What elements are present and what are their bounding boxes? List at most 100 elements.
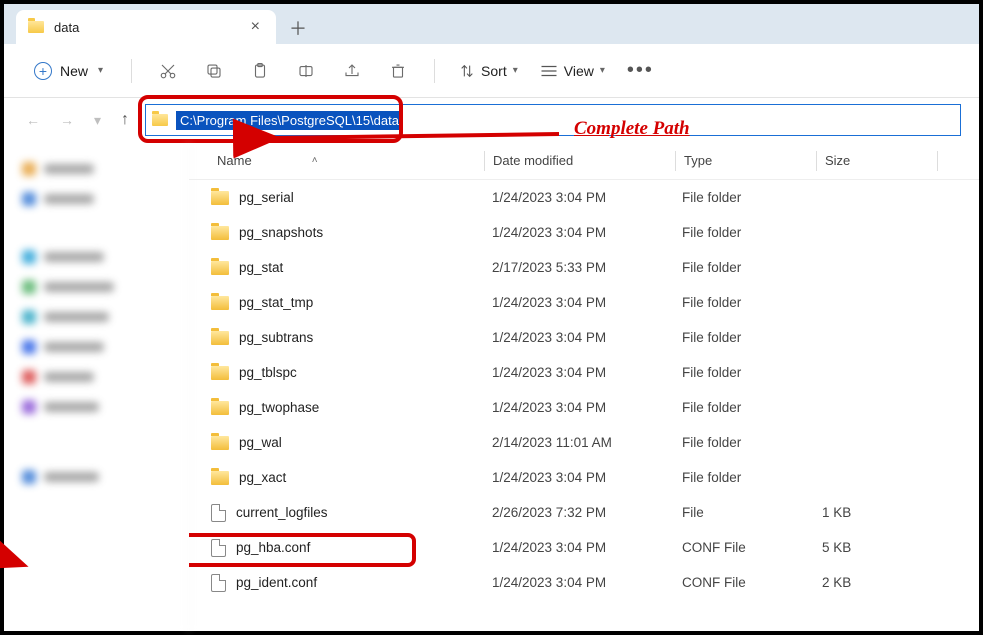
file-icon — [211, 574, 226, 592]
file-name: pg_snapshots — [239, 225, 323, 240]
separator — [131, 59, 132, 83]
file-name: pg_twophase — [239, 400, 319, 415]
toolbar: + New ▾ Sort ▾ View ▾ ••• — [4, 44, 979, 98]
file-row[interactable]: pg_serial 1/24/2023 3:04 PMFile folder — [189, 180, 979, 215]
chevron-down-icon: ▾ — [513, 65, 518, 76]
file-icon — [211, 539, 226, 557]
file-type: File folder — [674, 190, 814, 205]
file-type: File folder — [674, 435, 814, 450]
file-row[interactable]: pg_xact 1/24/2023 3:04 PMFile folder — [189, 460, 979, 495]
file-date: 1/24/2023 3:04 PM — [484, 330, 674, 345]
file-row[interactable]: pg_ident.conf 1/24/2023 3:04 PMCONF File2… — [189, 565, 979, 600]
file-row[interactable]: current_logfiles 2/26/2023 7:32 PMFile1 K… — [189, 495, 979, 530]
file-date: 2/17/2023 5:33 PM — [484, 260, 674, 275]
folder-icon — [211, 436, 229, 450]
file-name: current_logfiles — [236, 505, 328, 520]
folder-icon — [211, 191, 229, 205]
folder-icon — [211, 296, 229, 310]
browser-tab[interactable]: data × — [16, 10, 276, 44]
copy-button[interactable] — [194, 53, 234, 89]
view-label: View — [564, 63, 594, 79]
file-type: File folder — [674, 260, 814, 275]
file-name: pg_xact — [239, 470, 286, 485]
new-tab-button[interactable]: ＋ — [282, 12, 314, 44]
file-name: pg_wal — [239, 435, 282, 450]
file-name: pg_subtrans — [239, 330, 313, 345]
back-button[interactable]: ← — [22, 108, 44, 132]
file-type: File — [674, 505, 814, 520]
folder-icon — [152, 114, 168, 126]
body: Name ˄ Date modified Type Size pg_serial… — [4, 142, 979, 631]
more-button[interactable]: ••• — [619, 59, 662, 82]
file-date: 2/14/2023 11:01 AM — [484, 435, 674, 450]
file-name: pg_ident.conf — [236, 575, 317, 590]
file-row[interactable]: pg_subtrans 1/24/2023 3:04 PMFile folder — [189, 320, 979, 355]
file-type: File folder — [674, 330, 814, 345]
file-date: 1/24/2023 3:04 PM — [484, 190, 674, 205]
sort-label: Sort — [481, 63, 507, 79]
sort-button[interactable]: Sort ▾ — [451, 57, 526, 85]
folder-icon — [211, 366, 229, 380]
file-list[interactable]: Name ˄ Date modified Type Size pg_serial… — [189, 142, 979, 631]
file-name: pg_tblspc — [239, 365, 297, 380]
file-date: 1/24/2023 3:04 PM — [484, 400, 674, 415]
file-type: File folder — [674, 225, 814, 240]
folder-icon — [211, 401, 229, 415]
file-type: CONF File — [674, 540, 814, 555]
file-row[interactable]: pg_stat_tmp1/24/2023 3:04 PMFile folder — [189, 285, 979, 320]
annotation-complete-path: Complete Path — [574, 118, 690, 140]
file-name: pg_stat — [239, 260, 283, 275]
file-row[interactable]: pg_twophase 1/24/2023 3:04 PMFile folder — [189, 390, 979, 425]
file-name: pg_serial — [239, 190, 294, 205]
rename-button[interactable] — [286, 53, 326, 89]
file-type: File folder — [674, 470, 814, 485]
file-date: 2/26/2023 7:32 PM — [484, 505, 674, 520]
file-type: File folder — [674, 400, 814, 415]
folder-icon — [211, 471, 229, 485]
chevron-down-icon: ▾ — [600, 65, 605, 76]
up-button[interactable]: ↑ — [117, 107, 133, 133]
recent-button[interactable]: ▾ — [90, 108, 105, 133]
title-bar: data × ＋ — [4, 4, 979, 44]
column-size[interactable]: Size — [817, 153, 937, 168]
column-type[interactable]: Type — [676, 153, 816, 168]
folder-icon — [211, 226, 229, 240]
paste-button[interactable] — [240, 53, 280, 89]
file-name: pg_hba.conf — [236, 540, 310, 555]
explorer-window: data × ＋ + New ▾ Sort ▾ View ▾ ••• — [4, 4, 979, 631]
file-date: 1/24/2023 3:04 PM — [484, 540, 674, 555]
delete-button[interactable] — [378, 53, 418, 89]
cut-button[interactable] — [148, 53, 188, 89]
file-date: 1/24/2023 3:04 PM — [484, 470, 674, 485]
share-button[interactable] — [332, 53, 372, 89]
chevron-down-icon: ▾ — [98, 65, 103, 76]
file-row[interactable]: pg_hba.conf 1/24/2023 3:04 PMCONF File5 K… — [189, 530, 979, 565]
file-row[interactable]: pg_tblspc 1/24/2023 3:04 PMFile folder — [189, 355, 979, 390]
annotation-arrow — [0, 520, 39, 585]
folder-icon — [211, 261, 229, 275]
file-row[interactable]: pg_snapshots 1/24/2023 3:04 PMFile folder — [189, 215, 979, 250]
file-date: 1/24/2023 3:04 PM — [484, 575, 674, 590]
file-name: pg_stat_tmp — [239, 295, 313, 310]
file-type: File folder — [674, 365, 814, 380]
address-path: C:\Program Files\PostgreSQL\15\data — [176, 111, 403, 130]
file-size: 1 KB — [814, 505, 934, 520]
file-size: 2 KB — [814, 575, 934, 590]
file-date: 1/24/2023 3:04 PM — [484, 225, 674, 240]
new-button-label: New — [60, 63, 88, 79]
folder-icon — [211, 331, 229, 345]
file-type: CONF File — [674, 575, 814, 590]
close-tab-button[interactable]: × — [247, 18, 264, 36]
file-date: 1/24/2023 3:04 PM — [484, 295, 674, 310]
file-row[interactable]: pg_stat 2/17/2023 5:33 PMFile folder — [189, 250, 979, 285]
forward-button[interactable]: → — [56, 108, 78, 132]
tab-title: data — [54, 20, 247, 35]
annotation-arrow — [259, 128, 569, 159]
view-button[interactable]: View ▾ — [532, 57, 613, 85]
new-button[interactable]: + New ▾ — [22, 56, 115, 86]
plus-icon: + — [34, 62, 52, 80]
file-size: 5 KB — [814, 540, 934, 555]
file-row[interactable]: pg_wal 2/14/2023 11:01 AMFile folder — [189, 425, 979, 460]
file-date: 1/24/2023 3:04 PM — [484, 365, 674, 380]
folder-icon — [28, 21, 44, 33]
